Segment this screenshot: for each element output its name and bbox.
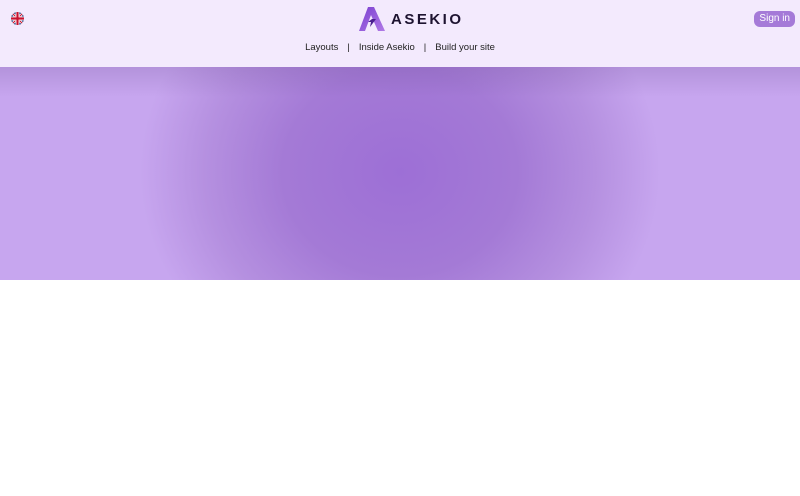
nav-item-inside-asekio[interactable]: Inside Asekio — [359, 42, 415, 53]
nav-separator: | — [347, 42, 350, 53]
sign-in-button[interactable]: Sign in — [754, 11, 795, 27]
brand-logo[interactable]: ASEKIO — [359, 7, 464, 31]
hero-shadow — [0, 67, 800, 97]
main-nav: Layouts | Inside Asekio | Build your sit… — [0, 42, 800, 53]
nav-separator: | — [423, 42, 427, 53]
site-header: ASEKIO Sign in Layouts | Inside Asekio |… — [0, 0, 800, 67]
brand-name: ASEKIO — [391, 10, 464, 28]
nav-item-layouts[interactable]: Layouts — [305, 42, 338, 53]
nav-item-build-your-site[interactable]: Build your site — [435, 42, 495, 53]
asekio-logo-icon — [359, 7, 385, 31]
uk-flag-icon[interactable] — [11, 12, 24, 25]
hero-banner — [0, 67, 800, 280]
